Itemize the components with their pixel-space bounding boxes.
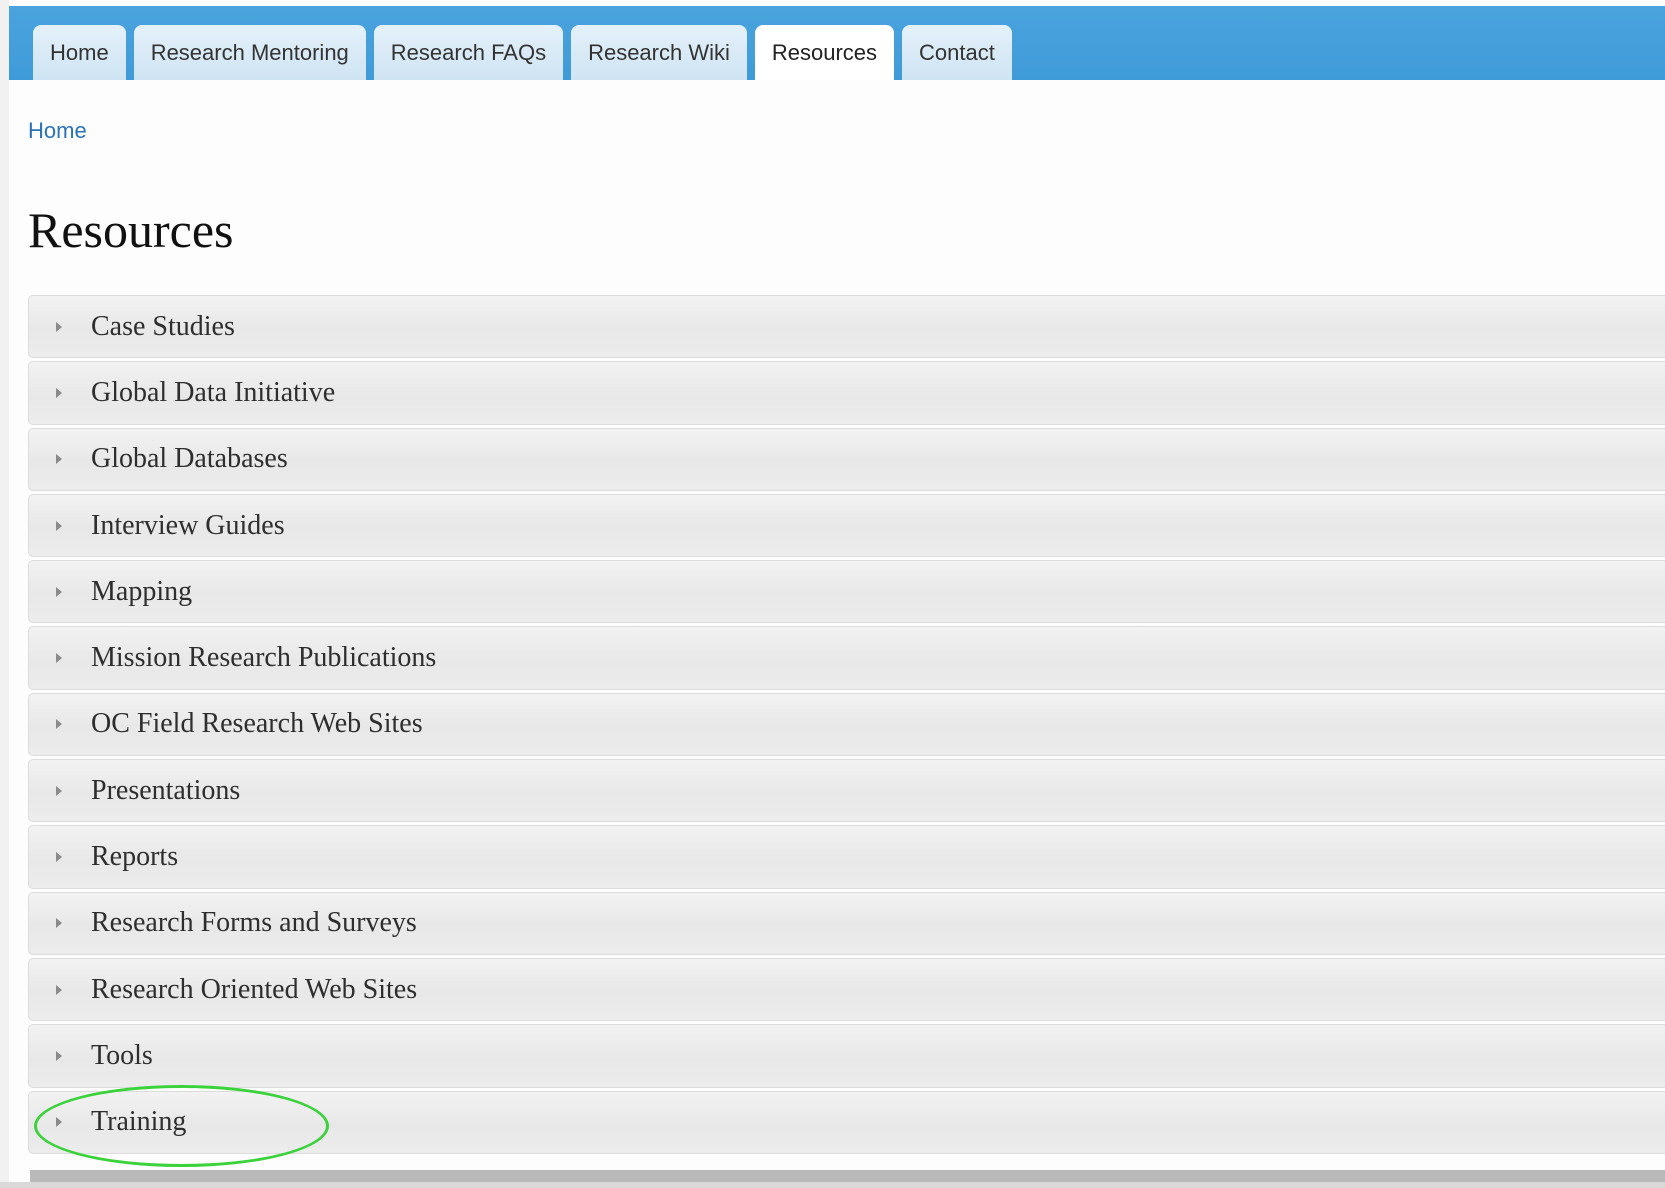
accordion-item-training[interactable]: Training	[28, 1090, 1665, 1154]
tab-research-faqs[interactable]: Research FAQs	[373, 25, 564, 80]
accordion-item-label: Global Data Initiative	[91, 376, 336, 408]
accordion-item-reports[interactable]: Reports	[28, 825, 1665, 889]
accordion-item-global-databases[interactable]: Global Databases	[28, 427, 1665, 491]
accordion-item-tools[interactable]: Tools	[28, 1024, 1665, 1088]
resources-accordion: Case Studies Global Data Initiative Glob…	[28, 295, 1665, 1154]
accordion-item-research-oriented-web-sites[interactable]: Research Oriented Web Sites	[28, 957, 1665, 1022]
bottom-edge	[0, 1182, 1665, 1188]
accordion-item-label: Presentations	[91, 774, 241, 806]
accordion-item-label: Tools	[91, 1039, 153, 1071]
accordion-item-case-studies[interactable]: Case Studies	[28, 295, 1665, 359]
caret-right-icon	[56, 852, 62, 863]
tab-home[interactable]: Home	[33, 25, 126, 80]
tab-contact[interactable]: Contact	[902, 25, 1012, 80]
caret-right-icon	[56, 785, 62, 796]
accordion-item-label: OC Field Research Web Sites	[91, 708, 423, 740]
accordion-item-presentations[interactable]: Presentations	[28, 759, 1665, 823]
caret-right-icon	[56, 321, 62, 332]
accordion-item-oc-field-research-web-sites[interactable]: OC Field Research Web Sites	[28, 692, 1665, 757]
left-edge	[0, 0, 9, 1188]
caret-right-icon	[56, 1117, 62, 1128]
accordion-item-mission-research-publications[interactable]: Mission Research Publications	[28, 626, 1665, 690]
accordion-item-label: Mission Research Publications	[91, 642, 437, 674]
breadcrumb-home-link[interactable]: Home	[28, 118, 87, 144]
tab-research-mentoring[interactable]: Research Mentoring	[133, 25, 366, 80]
accordion-item-label: Case Studies	[91, 310, 235, 342]
accordion-item-label: Global Databases	[91, 443, 288, 475]
accordion-item-label: Training	[91, 1106, 187, 1138]
accordion-item-mapping[interactable]: Mapping	[28, 560, 1665, 624]
caret-right-icon	[56, 586, 62, 597]
page: Home Research Mentoring Research FAQs Re…	[0, 0, 1665, 1188]
accordion-item-label: Research Oriented Web Sites	[91, 973, 418, 1005]
accordion-item-label: Research Forms and Surveys	[91, 907, 417, 939]
page-title: Resources	[28, 202, 234, 258]
caret-right-icon	[56, 984, 62, 995]
caret-right-icon	[56, 454, 62, 465]
bottom-scroll-strip	[30, 1170, 1665, 1182]
caret-right-icon	[56, 653, 62, 664]
nav-tabs: Home Research Mentoring Research FAQs Re…	[33, 25, 1012, 80]
accordion-item-label: Interview Guides	[91, 509, 285, 541]
accordion-item-research-forms-and-surveys[interactable]: Research Forms and Surveys	[28, 891, 1665, 955]
tab-resources[interactable]: Resources	[754, 25, 895, 80]
caret-right-icon	[56, 520, 62, 531]
caret-right-icon	[56, 387, 62, 398]
caret-right-icon	[56, 719, 62, 730]
accordion-item-label: Mapping	[91, 575, 193, 607]
caret-right-icon	[56, 918, 62, 929]
accordion-item-interview-guides[interactable]: Interview Guides	[28, 493, 1665, 558]
accordion-item-label: Reports	[91, 841, 179, 873]
caret-right-icon	[56, 1050, 62, 1061]
top-nav-bar: Home Research Mentoring Research FAQs Re…	[9, 6, 1665, 80]
tab-research-wiki[interactable]: Research Wiki	[571, 25, 747, 80]
accordion-item-global-data-initiative[interactable]: Global Data Initiative	[28, 361, 1665, 425]
